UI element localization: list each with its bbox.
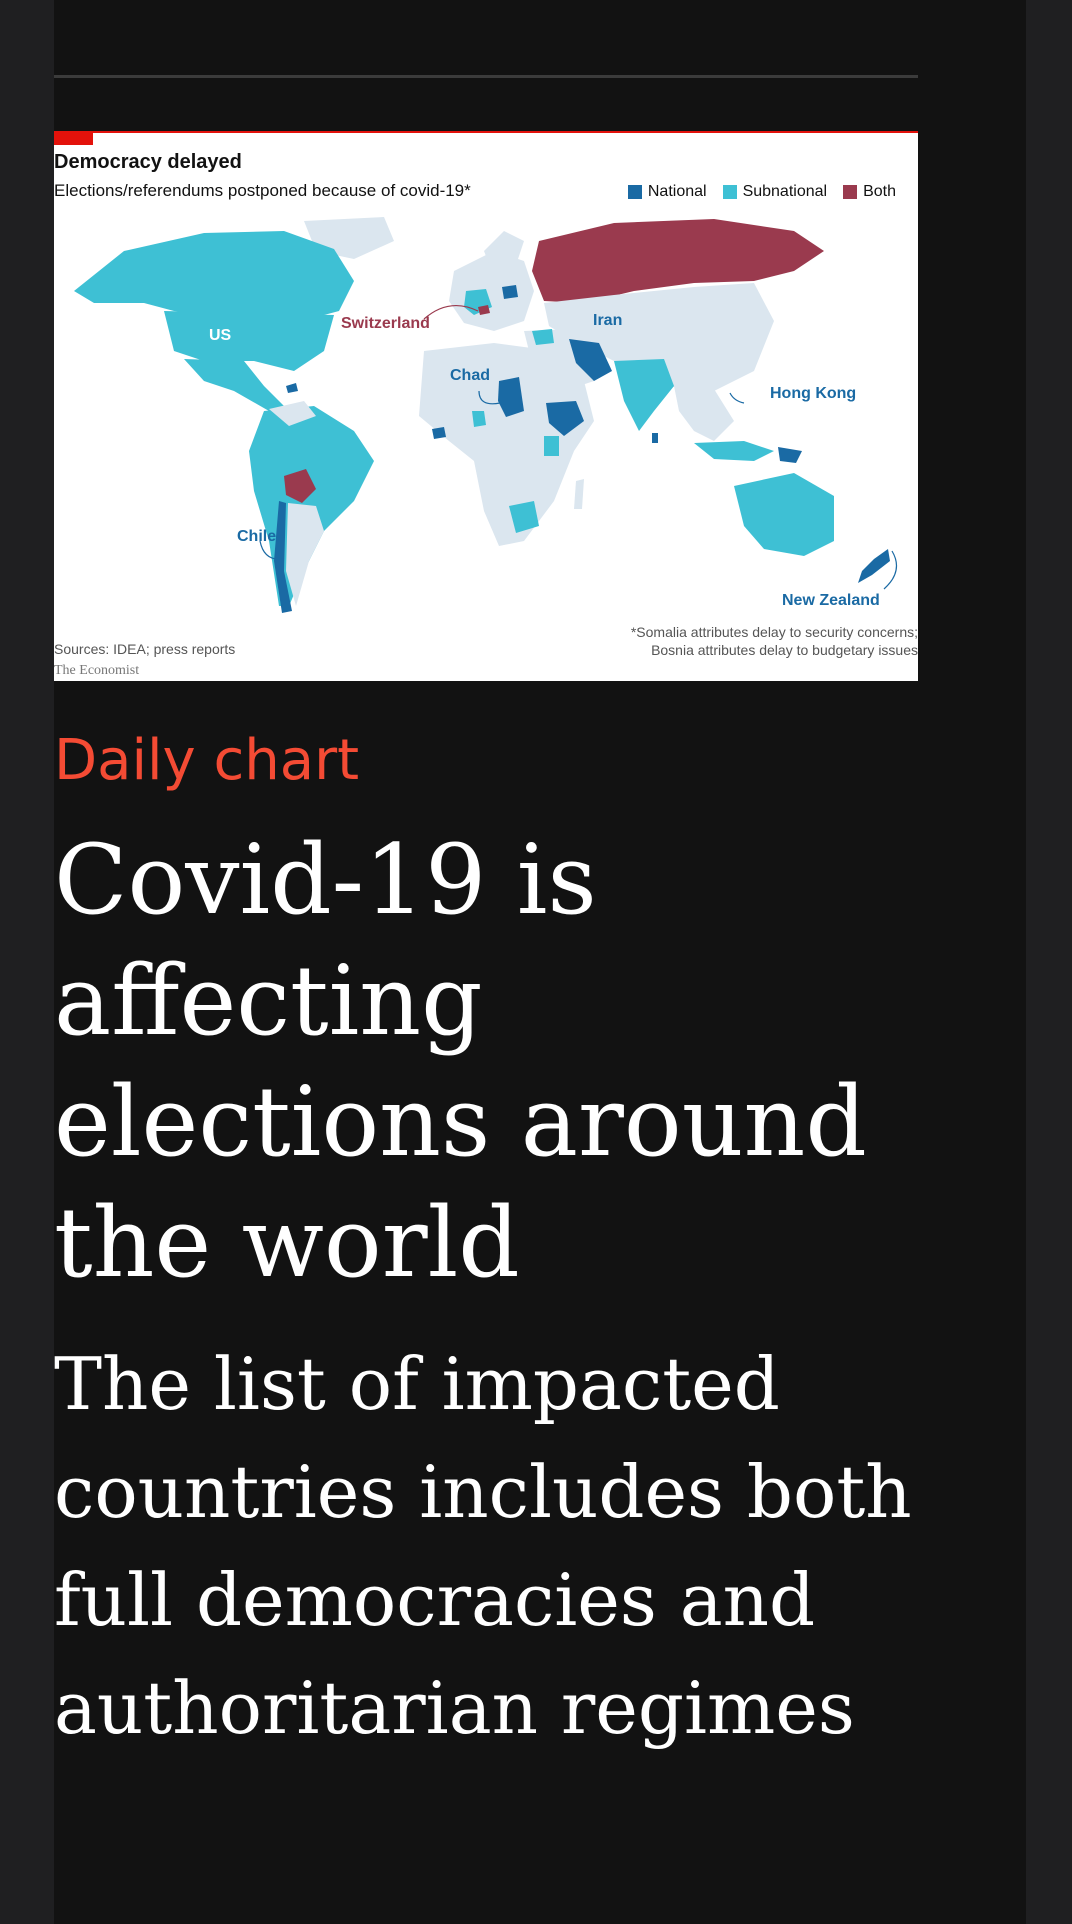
article-headline: Covid-19 is affecting elections around t… [54, 824, 867, 1299]
chart-subtitle: Elections/referendums postponed because … [54, 181, 471, 200]
chart-footnote-line2: Bosnia attributes delay to budgetary iss… [651, 642, 918, 658]
map-region-west-africa-b [432, 427, 446, 439]
map-label-chad: Chad [450, 367, 490, 384]
chart-footnote-line1: *Somalia attributes delay to security co… [630, 624, 918, 640]
legend-label-both: Both [863, 183, 896, 200]
map-region-png [778, 447, 802, 463]
map-region-india [614, 359, 674, 431]
map-region-poland [502, 285, 518, 299]
legend-swatch-national [627, 185, 642, 199]
economist-red-tab [54, 133, 93, 145]
map-region-caribbean [286, 383, 298, 393]
map-label-new-zealand: New Zealand [782, 592, 880, 609]
map-label-hong-kong: Hong Kong [770, 385, 857, 402]
chart-footnote: *Somalia attributes delay to security co… [631, 623, 918, 659]
map-region-australia [734, 473, 834, 556]
chart-figure: Democracy delayed Elections/referendums … [54, 131, 918, 681]
map-region-mexico [184, 359, 284, 411]
leader-hong-kong [729, 392, 745, 404]
legend-label-subnational: Subnational [742, 183, 828, 200]
world-map [74, 217, 898, 613]
map-region-madagascar [574, 479, 584, 509]
chart-legend: National Subnational Both [627, 183, 896, 201]
legend-swatch-subnational [722, 185, 737, 199]
map-label-us: US [209, 327, 232, 344]
map-region-west-africa-a [472, 411, 486, 427]
article-kicker[interactable]: Daily chart [54, 728, 359, 793]
divider-rule [54, 75, 918, 78]
map-region-africa [419, 343, 594, 546]
chart-title: Democracy delayed [54, 151, 242, 173]
map-region-sri-lanka [652, 433, 658, 443]
chart-brand-credit: The Economist [54, 663, 140, 678]
legend-swatch-both [843, 185, 858, 199]
legend-item-both: Both [843, 183, 896, 201]
map-region-se-asia [674, 386, 734, 441]
map-region-east-africa [544, 436, 559, 456]
map-region-argentina [286, 503, 324, 606]
map-region-new-zealand [858, 549, 890, 583]
chart-sources: Sources: IDEA; press reports [54, 641, 236, 657]
map-region-indonesia [694, 441, 774, 461]
chart-top-rule [54, 131, 918, 133]
article-standfirst: The list of impacted countries includes … [54, 1342, 912, 1750]
legend-item-subnational: Subnational [722, 183, 828, 201]
legend-label-national: National [647, 183, 707, 200]
legend-item-national: National [627, 183, 707, 201]
map-label-switzerland: Switzerland [341, 315, 430, 332]
map-region-canada [74, 231, 354, 323]
map-label-iran: Iran [593, 312, 623, 329]
map-label-chile: Chile [237, 528, 277, 545]
